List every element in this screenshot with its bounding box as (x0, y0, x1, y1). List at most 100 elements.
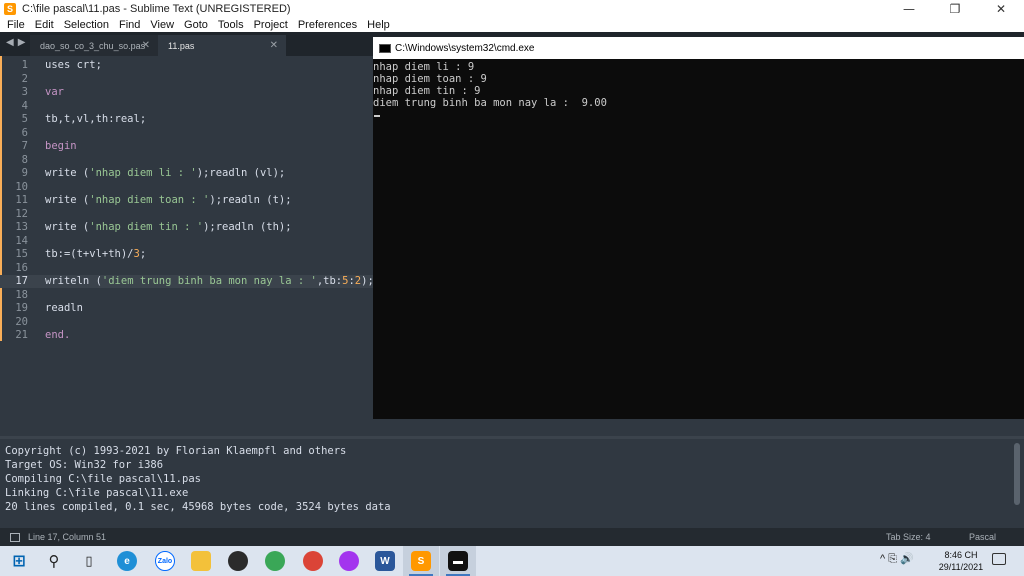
menu-view[interactable]: View (145, 19, 179, 31)
system-tray[interactable]: ^ ⎘ 🔊 (880, 552, 914, 566)
code-token: );readln (th); (203, 221, 292, 233)
screen: S C:\file pascal\11.pas - Sublime Text (… (0, 0, 1024, 576)
syntax-mode[interactable]: Pascal (969, 532, 996, 542)
tab-size[interactable]: Tab Size: 4 (886, 532, 931, 542)
build-output-panel[interactable]: Copyright (c) 1993-2021 by Florian Klaem… (0, 439, 1024, 528)
code-line[interactable]: 19 readln (0, 302, 374, 315)
line-number: 7 (21, 140, 28, 152)
code-line[interactable]: 21 end. (0, 329, 374, 342)
windows-start-icon[interactable]: ⊞ (9, 551, 29, 571)
line-number: 15 (15, 248, 28, 260)
notification-icon[interactable] (992, 553, 1006, 565)
cmd-line: nhap diem toan : 9 (373, 73, 487, 85)
close-button[interactable]: ✕ (978, 0, 1024, 17)
tab-close-icon[interactable]: ✕ (270, 40, 278, 51)
code-token: end. (45, 329, 71, 341)
panel-scrollbar[interactable] (1014, 443, 1020, 505)
code-line[interactable]: 8 (0, 154, 374, 167)
output-line: Linking C:\file pascal\11.exe (5, 487, 189, 499)
chrome-profile-icon[interactable] (303, 551, 323, 571)
code-line[interactable]: 20 (0, 316, 374, 329)
line-number: 1 (21, 59, 28, 71)
tab-next-icon[interactable]: ▶ (18, 37, 26, 48)
panel-toggle-icon[interactable] (10, 532, 20, 542)
code-line[interactable]: 18 (0, 289, 374, 302)
window-controls: — ❐ ✕ (886, 0, 1024, 17)
code-line[interactable]: 1 uses crt; (0, 59, 374, 72)
window-title: C:\file pascal\11.pas - Sublime Text (UN… (22, 2, 291, 15)
menu-preferences[interactable]: Preferences (293, 19, 362, 31)
line-number: 6 (21, 126, 28, 139)
code-token: ); (361, 275, 374, 287)
menu-file[interactable]: File (2, 19, 30, 31)
code-token: readln (45, 302, 83, 314)
code-line[interactable]: 17 writeln ('diem trung binh ba mon nay l… (0, 275, 374, 288)
code-line[interactable]: 14 (0, 235, 374, 248)
clock[interactable]: 8:46 CH 29/11/2021 (934, 549, 988, 573)
tab-dao-so-co-3-chu-so[interactable]: dao_so_co_3_chu_so.pas ✕ (30, 35, 158, 56)
output-line: 20 lines compiled, 0.1 sec, 45968 bytes … (5, 501, 391, 513)
code-text: writeln ('diem trung binh ba mon nay la … (45, 275, 374, 288)
code-token: ,tb: (316, 275, 343, 287)
maximize-button[interactable]: ❐ (932, 0, 978, 17)
line-number: 11 (15, 194, 28, 206)
status-bar: Line 17, Column 51 Tab Size: 4 Pascal (0, 528, 1024, 546)
code-token: );readln (t); (209, 194, 292, 206)
cmd-taskbar-icon[interactable]: ▬ (448, 551, 468, 571)
sublime-text-taskbar-icon[interactable]: S (411, 551, 431, 571)
code-token: tb,t,vl,th:real; (45, 113, 147, 125)
cmd-window[interactable]: C:\Windows\system32\cmd.exe nhap diem li… (373, 37, 1024, 419)
tab-label: dao_so_co_3_chu_so.pas (40, 40, 146, 51)
cmd-cursor (374, 115, 380, 117)
code-line[interactable]: 15 tb:=(t+vl+th)/3; (0, 248, 374, 261)
code-line[interactable]: 5 tb,t,vl,th:real; (0, 113, 374, 126)
messenger-icon[interactable] (339, 551, 359, 571)
code-editor[interactable]: 1 uses crt; 2 3 var 4 5 tb,t,vl,th:real; 6 7 begin… (0, 56, 374, 436)
menu-project[interactable]: Project (249, 19, 293, 31)
tray-icons[interactable]: ^ ⎘ 🔊 (880, 552, 914, 566)
minimize-button[interactable]: — (886, 0, 932, 17)
code-line[interactable]: 7 begin (0, 140, 374, 153)
code-line[interactable]: 16 (0, 262, 374, 275)
code-token: writeln ( (45, 275, 102, 287)
menu-tools[interactable]: Tools (213, 19, 249, 31)
tab-prev-icon[interactable]: ◀ (6, 37, 14, 48)
edge-browser-icon[interactable]: e (117, 551, 137, 571)
code-line[interactable]: 2 (0, 73, 374, 86)
code-token: 'nhap diem tin : ' (89, 221, 204, 233)
tab-close-icon[interactable]: ✕ (142, 40, 150, 51)
line-number: 12 (15, 207, 28, 220)
file-explorer-icon[interactable] (191, 551, 211, 571)
code-line[interactable]: 10 (0, 181, 374, 194)
app-icon[interactable] (228, 551, 248, 571)
cmd-output[interactable]: nhap diem li : 9 nhap diem toan : 9 nhap… (373, 59, 1024, 419)
code-token: 'nhap diem toan : ' (89, 194, 210, 206)
code-token: );readln (vl); (196, 167, 286, 179)
menu-find[interactable]: Find (114, 19, 145, 31)
code-text: write ('nhap diem toan : ');readln (t); (45, 194, 292, 207)
tab-navigation: ◀ ▶ (6, 37, 25, 48)
menu-edit[interactable]: Edit (30, 19, 59, 31)
search-icon[interactable]: ⚲ (44, 551, 64, 571)
output-line: Target OS: Win32 for i386 (5, 459, 164, 471)
menu-goto[interactable]: Goto (179, 19, 213, 31)
menu-help[interactable]: Help (362, 19, 395, 31)
code-line[interactable]: 9 write ('nhap diem li : ');readln (vl); (0, 167, 374, 180)
code-line[interactable]: 13 write ('nhap diem tin : ');readln (th)… (0, 221, 374, 234)
code-line[interactable]: 11 write ('nhap diem toan : ');readln (t)… (0, 194, 374, 207)
word-icon[interactable]: W (375, 551, 395, 571)
chrome-icon[interactable] (265, 551, 285, 571)
zalo-icon[interactable]: Zalo (155, 551, 175, 571)
line-number: 21 (15, 329, 28, 341)
code-text: tb,t,vl,th:real; (45, 113, 146, 126)
menu-selection[interactable]: Selection (59, 19, 114, 31)
code-line[interactable]: 3 var (0, 86, 374, 99)
code-line[interactable]: 12 (0, 208, 374, 221)
cmd-title-bar[interactable]: C:\Windows\system32\cmd.exe (373, 37, 1024, 59)
task-view-icon[interactable]: ▯ (79, 551, 99, 571)
tab-11-pas[interactable]: 11.pas ✕ (158, 35, 286, 56)
code-line[interactable]: 4 (0, 100, 374, 113)
line-number: 3 (21, 86, 28, 98)
code-line[interactable]: 6 (0, 127, 374, 140)
cmd-title: C:\Windows\system32\cmd.exe (395, 42, 535, 54)
